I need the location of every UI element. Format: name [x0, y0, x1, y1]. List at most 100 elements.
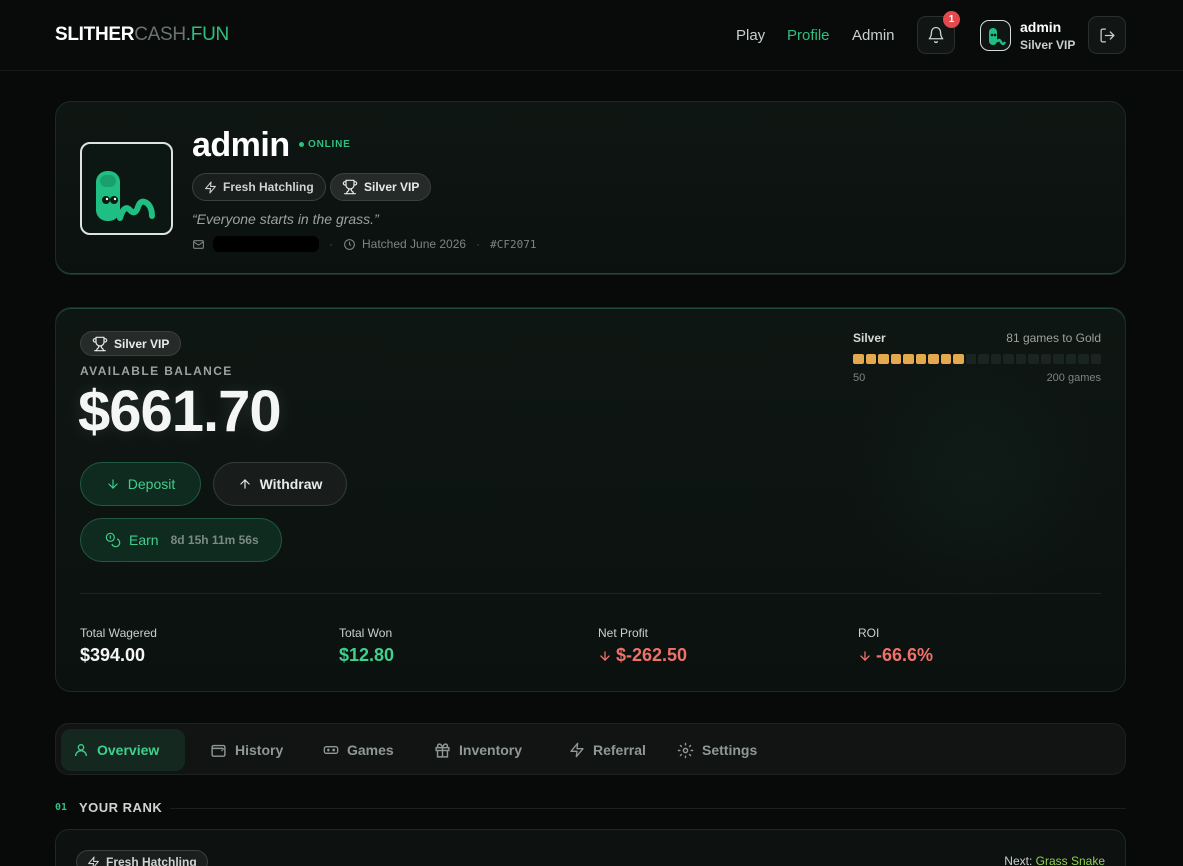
tab-label: Settings: [702, 742, 758, 758]
rank-badge: Fresh Hatchling: [192, 173, 326, 201]
nav-link-play[interactable]: Play: [736, 27, 765, 44]
meta-separator: ·: [476, 237, 481, 251]
tier-progress-segment: [965, 354, 976, 364]
tier-current: Silver: [853, 331, 886, 345]
stat-label: Net Profit: [598, 626, 649, 640]
top-navbar: SLITHERCASH.FUN Play Profile Admin 1 adm…: [0, 0, 1183, 71]
bell-icon: [928, 26, 944, 44]
tier-progress-segment: [990, 354, 1001, 364]
online-status: ONLINE: [299, 139, 351, 150]
section-title: YOUR RANK: [79, 800, 163, 815]
stats-divider: [80, 593, 1101, 594]
tab-referral[interactable]: Referral: [557, 729, 658, 771]
logout-button[interactable]: [1088, 16, 1126, 54]
nav-link-admin[interactable]: Admin: [852, 27, 895, 44]
tab-settings[interactable]: Settings: [665, 729, 769, 771]
stat-label: Total Wagered: [80, 626, 157, 640]
vip-badge: Silver VIP: [330, 173, 432, 201]
user-name[interactable]: admin: [1020, 19, 1061, 35]
stat-label: Total Won: [339, 626, 393, 640]
user-icon: [75, 744, 87, 757]
deposit-label: Deposit: [127, 476, 176, 492]
tier-progress-segment: [1040, 354, 1051, 364]
arrow-down-icon: [600, 650, 610, 661]
wallet-icon: [211, 744, 226, 757]
arrow-down-icon: [108, 479, 118, 489]
next-rank-name: Grass Snake: [1035, 854, 1105, 866]
stat-value-row: -66.6%: [858, 645, 933, 666]
tier-progress-segment: [1015, 354, 1026, 364]
tier-progress-segment: [1090, 354, 1101, 364]
rank-badge: Fresh Hatchling: [76, 850, 208, 866]
profile-id: #CF2071: [490, 237, 537, 251]
rank-badge-label: Fresh Hatchling: [106, 855, 197, 866]
gift-icon: [435, 742, 450, 758]
tier-progress-segment: [1065, 354, 1076, 364]
trophy-icon: [92, 336, 108, 351]
withdraw-button[interactable]: Withdraw: [213, 462, 347, 506]
next-rank-prefix: Next:: [1004, 854, 1036, 866]
profile-avatar[interactable]: [80, 142, 173, 235]
profile-quote: “Everyone starts in the grass.”: [192, 211, 379, 227]
profile-meta: · Hatched June 2026 · #CF2071: [192, 236, 536, 252]
user-avatar[interactable]: [980, 20, 1011, 51]
tier-progress-segment: [1028, 354, 1039, 364]
balance-amount: $661.70: [78, 379, 282, 444]
tier-progress-segment: [1053, 354, 1064, 364]
brand-part-1: SLITHER: [55, 24, 135, 45]
stat-value: $394.00: [80, 645, 146, 665]
arrow-up-icon: [239, 479, 250, 489]
tier-progress-segment: [865, 354, 876, 364]
balance-card: Silver VIP AVAILABLE BALANCE $661.70 Dep…: [55, 307, 1126, 692]
lightning-icon: [570, 742, 584, 758]
meta-separator: ·: [329, 237, 333, 251]
tab-inventory[interactable]: Inventory: [422, 729, 534, 771]
withdraw-label: Withdraw: [259, 476, 323, 492]
mail-icon: [193, 239, 204, 249]
vip-badge-label: Silver VIP: [114, 336, 170, 351]
brand-part-2: CASH: [134, 24, 186, 45]
gear-icon: [677, 742, 694, 758]
logout-icon: [1099, 27, 1115, 43]
earn-timer: 8d 15h 11m 56s: [170, 533, 259, 547]
deposit-button[interactable]: Deposit: [80, 462, 201, 506]
tier-progress-segment: [903, 354, 914, 364]
redacted-email: [213, 236, 319, 252]
tab-label: Inventory: [459, 742, 523, 758]
stat-value: $-262.50: [616, 645, 688, 665]
online-dot-icon: [299, 142, 304, 147]
trophy-icon: [342, 179, 358, 195]
tier-progress-segment: [1078, 354, 1089, 364]
stat-total-wagered: Total Wagered $394.00: [80, 626, 157, 666]
tab-history[interactable]: History: [198, 729, 295, 771]
profile-name: admin: [192, 126, 290, 164]
tier-progress-segment: [978, 354, 989, 364]
tier-max-label: 200 games: [1046, 372, 1101, 384]
tab-overview[interactable]: Overview: [61, 729, 185, 771]
tier-progress-segment: [1003, 354, 1014, 364]
earn-label: Earn: [129, 532, 159, 548]
rank-badge-label: Fresh Hatchling: [223, 180, 314, 194]
nav-link-profile[interactable]: Profile: [787, 27, 830, 44]
vip-badge: Silver VIP: [80, 331, 182, 356]
tier-progress-segment: [928, 354, 939, 364]
brand-logo[interactable]: SLITHERCASH.FUN: [55, 24, 229, 46]
tier-progress-segment: [878, 354, 889, 364]
lightning-icon: [205, 181, 216, 193]
online-status-label: ONLINE: [308, 139, 351, 150]
tier-progress-segment: [853, 354, 864, 364]
decorative-glow: [846, 348, 1106, 608]
tier-progress-segment: [915, 354, 926, 364]
tab-label: Games: [347, 742, 394, 758]
earn-button[interactable]: Earn 8d 15h 11m 56s: [80, 518, 282, 562]
stat-total-won: Total Won $12.80: [339, 626, 394, 666]
brand-part-3: .FUN: [185, 24, 229, 45]
tier-next-text: 81 games to Gold: [1006, 331, 1101, 345]
balance-label: AVAILABLE BALANCE: [80, 364, 233, 378]
tab-games[interactable]: Games: [311, 729, 406, 771]
tier-progress-segment: [953, 354, 964, 364]
coins-icon: [105, 532, 121, 548]
tab-label: History: [235, 742, 284, 758]
stat-net-profit: Net Profit $-262.50: [598, 626, 687, 666]
lightning-icon: [88, 856, 99, 866]
